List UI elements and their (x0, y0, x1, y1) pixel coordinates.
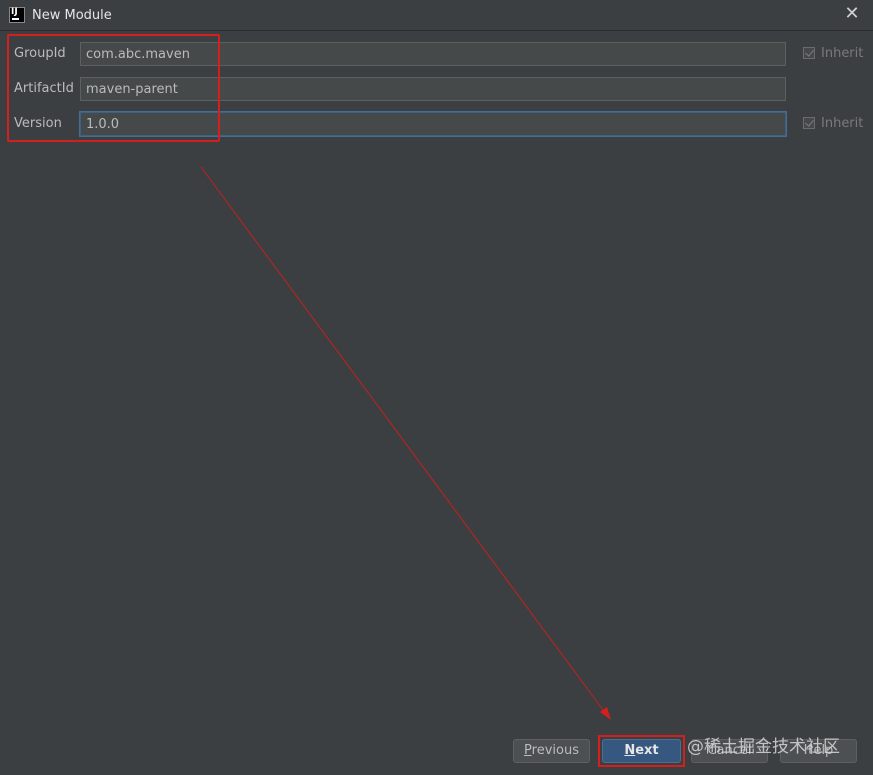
checkbox-checked-icon (803, 117, 815, 129)
checkbox-checked-icon (803, 47, 815, 59)
watermark: @稀土掘金技术社区 (687, 737, 840, 757)
window-title: New Module (32, 8, 112, 23)
new-module-dialog: IJ New Module ✕ GroupId Inherit Artifact… (0, 0, 873, 775)
inherit-label: Inherit (821, 116, 864, 131)
annotation-highlight-fields (7, 34, 220, 142)
previous-button[interactable]: Previous (513, 739, 590, 763)
close-icon[interactable]: ✕ (841, 3, 863, 25)
intellij-icon: IJ (9, 7, 25, 23)
dialog-content (0, 31, 873, 775)
title-bar: IJ New Module ✕ (0, 0, 873, 31)
inherit-label: Inherit (821, 46, 864, 61)
groupid-inherit-checkbox[interactable]: Inherit (803, 46, 863, 61)
version-inherit-checkbox[interactable]: Inherit (803, 116, 863, 131)
annotation-highlight-next (598, 735, 685, 767)
